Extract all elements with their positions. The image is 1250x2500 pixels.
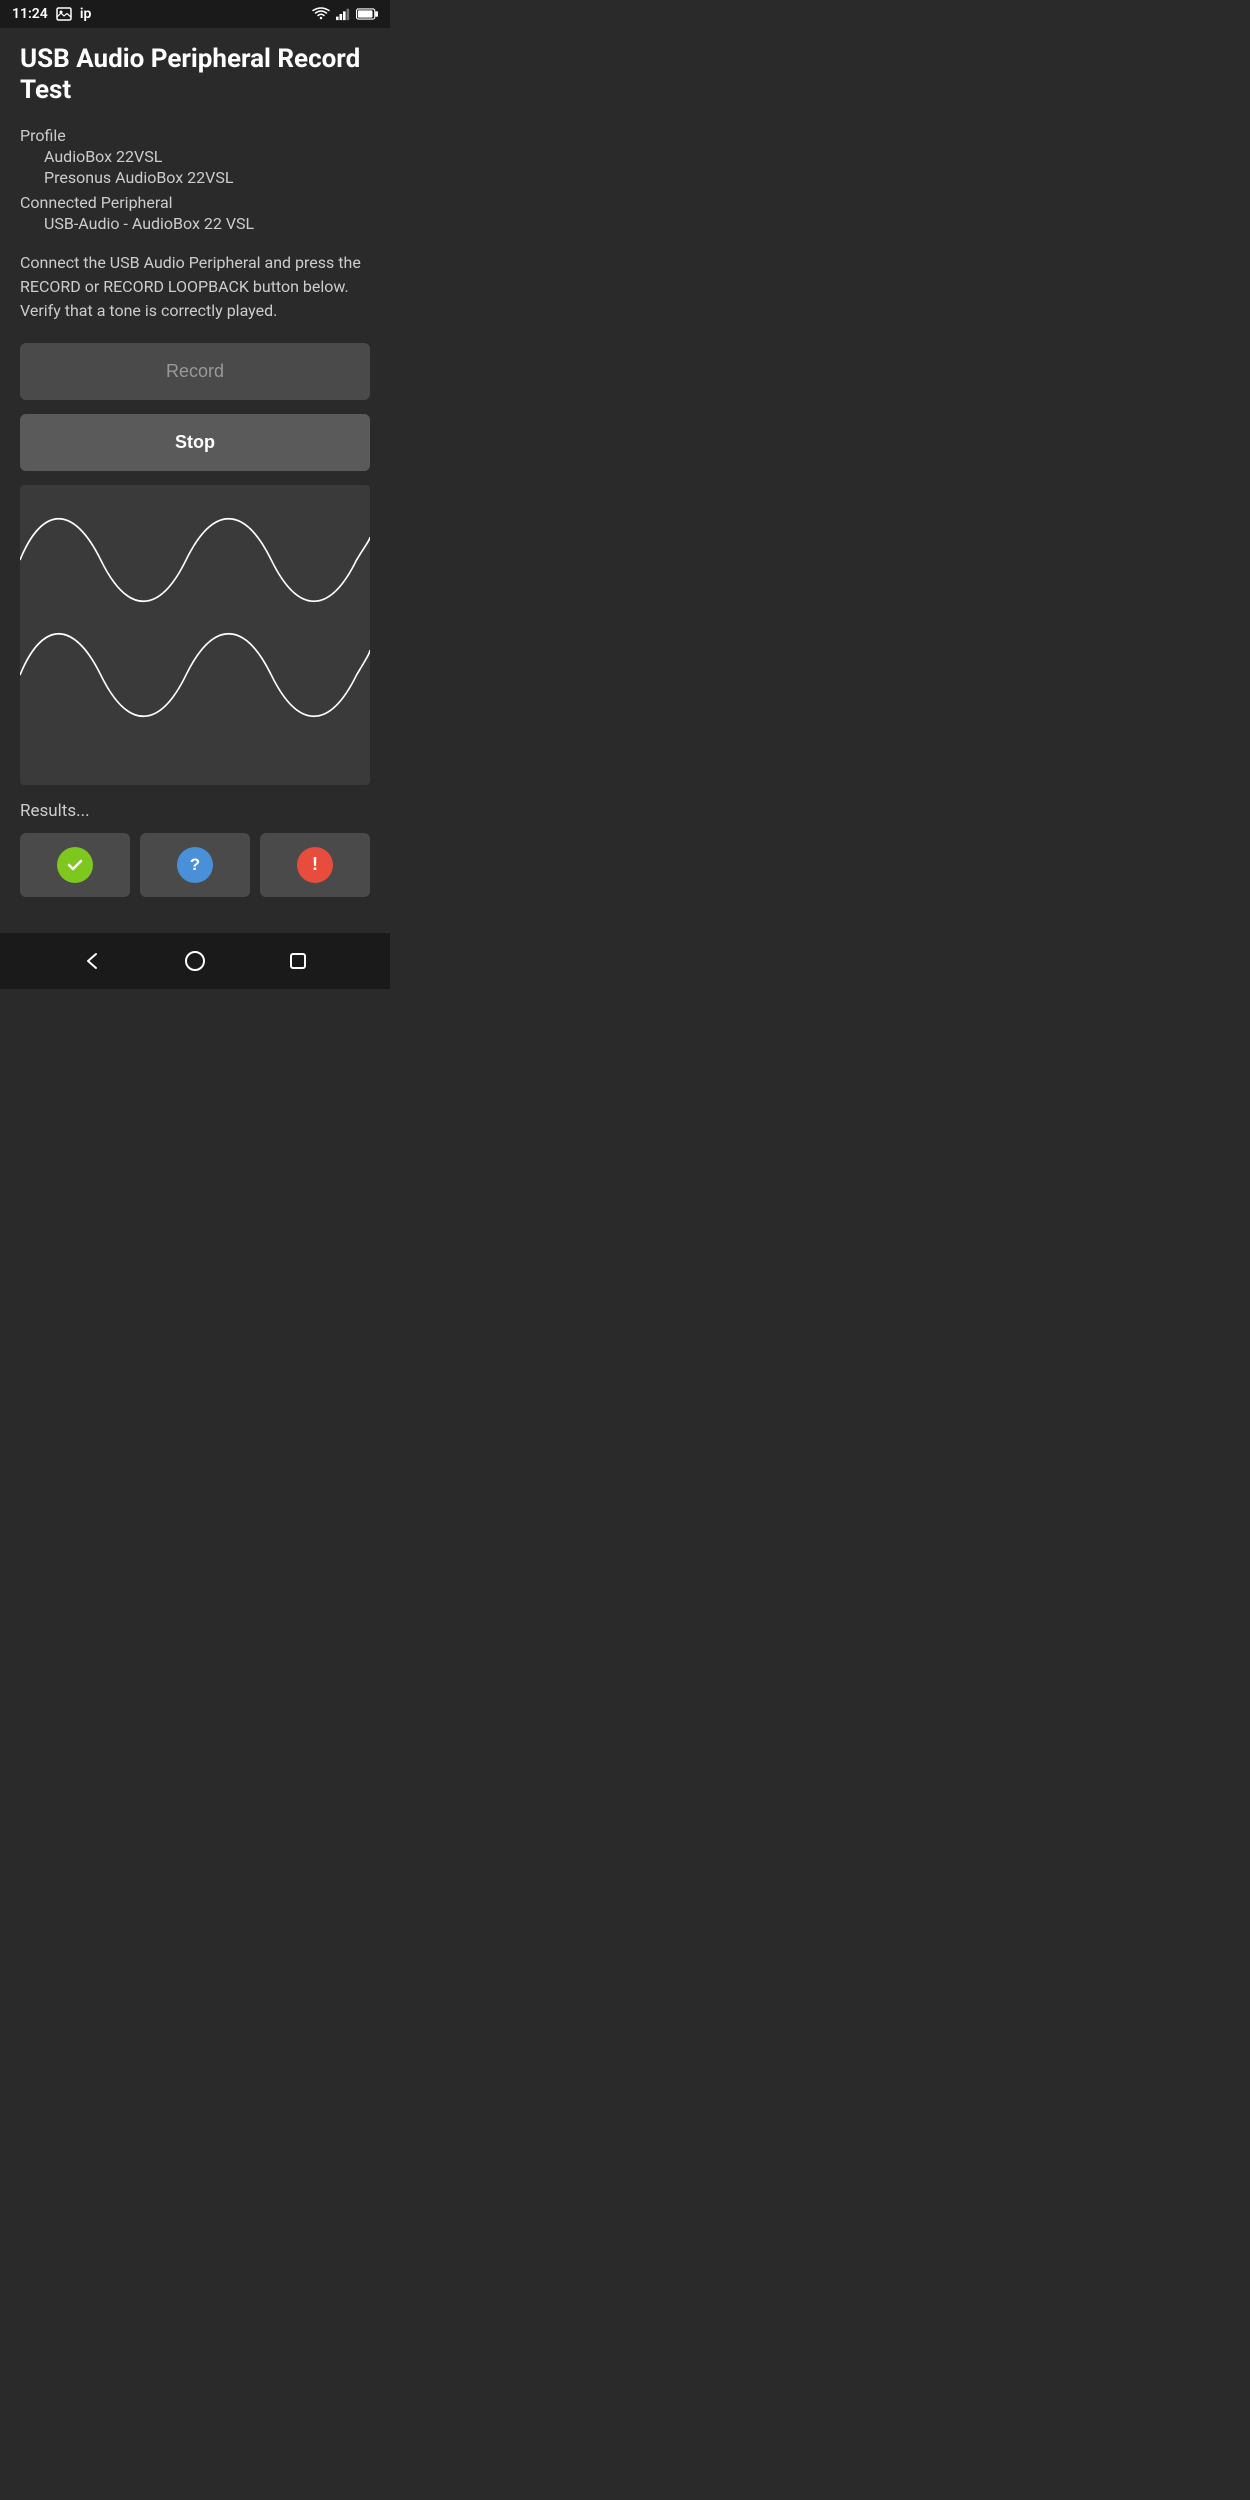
page-title: USB Audio Peripheral Record Test	[20, 44, 370, 106]
signal-icon	[336, 7, 350, 21]
battery-icon	[356, 8, 378, 20]
result-pass-button[interactable]	[20, 833, 130, 897]
record-button[interactable]: Record	[20, 343, 370, 400]
stop-button[interactable]: Stop	[20, 414, 370, 471]
profile-section: Profile AudioBox 22VSL Presonus AudioBox…	[20, 126, 370, 235]
svg-text:?: ?	[190, 855, 200, 874]
main-content: USB Audio Peripheral Record Test Profile…	[0, 28, 390, 933]
nav-recents-button[interactable]	[279, 942, 317, 980]
peripheral-value: USB-Audio - AudioBox 22 VSL	[20, 214, 370, 233]
device-full: Presonus AudioBox 22VSL	[20, 168, 370, 187]
status-time: 11:24	[12, 6, 48, 22]
check-icon	[57, 847, 93, 883]
svg-text:!: !	[312, 854, 318, 874]
nav-home-button[interactable]	[176, 942, 214, 980]
profile-label: Profile	[20, 126, 370, 145]
image-icon	[56, 7, 72, 21]
status-ip-label: ip	[80, 6, 92, 22]
wifi-icon	[312, 7, 330, 21]
result-fail-button[interactable]: !	[260, 833, 370, 897]
question-icon: ?	[177, 847, 213, 883]
status-bar: 11:24 ip	[0, 0, 390, 28]
description-text: Connect the USB Audio Peripheral and pre…	[20, 251, 370, 323]
device-name: AudioBox 22VSL	[20, 147, 370, 166]
results-buttons: ? !	[20, 833, 370, 897]
peripheral-label: Connected Peripheral	[20, 193, 370, 212]
waveform-svg	[20, 485, 370, 785]
waveform-display	[20, 485, 370, 785]
results-label: Results...	[20, 801, 370, 821]
result-unknown-button[interactable]: ?	[140, 833, 250, 897]
nav-back-button[interactable]	[73, 942, 111, 980]
nav-bar	[0, 933, 390, 989]
exclaim-icon: !	[297, 847, 333, 883]
